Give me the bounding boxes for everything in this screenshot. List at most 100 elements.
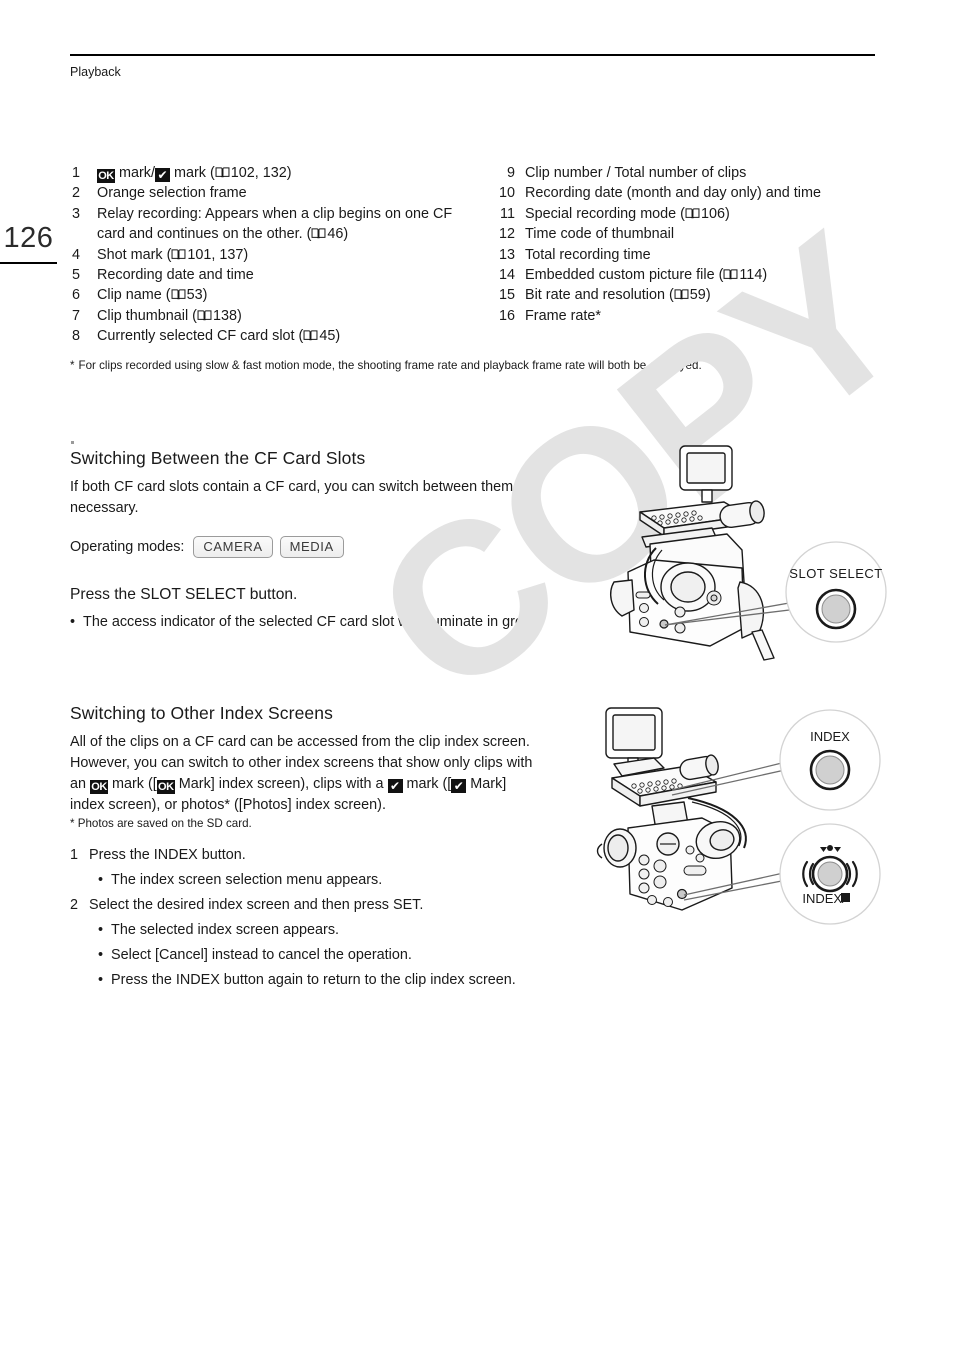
legend-item: 9 Clip number / Total number of clips [498,163,888,183]
procedure-step-1: 1 Press the INDEX button. [70,845,590,866]
section-para-index-line4: index screen), or photos* ([Photos] inde… [70,797,386,813]
para-text-part: mark ([ [108,776,157,792]
legend-text-part: ) [762,267,768,284]
legend-page-ref: 114 [739,267,763,284]
check-mark-icon: ✔ [451,779,467,793]
step-text: Select the desired index screen and then… [89,897,424,913]
legend-text-part: ) [335,328,341,345]
section-para-index-line1: All of the clips on a CF card can be acc… [70,734,530,750]
bullet-icon: • [98,922,104,938]
legend-number: 6 [71,287,80,304]
ok-mark-icon: OK [97,169,115,183]
para-text-part: Mark] [466,776,507,792]
legend-item: 10 Recording date (month and day only) a… [498,183,888,203]
operating-modes-label: Operating modes: [70,539,185,555]
step-text: Press the INDEX button. [89,847,246,863]
legend-label: Time code of thumbnail [525,226,675,243]
legend-footnote: * For clips recorded using slow & fast mo… [70,358,870,374]
page-reference-icon [674,289,689,300]
legend-text-part: mark/ [115,165,155,181]
step-number: 1 [70,847,79,863]
legend-text-part: Clip thumbnail ( [97,307,197,324]
legend-text-part: ) [202,287,208,304]
legend-text-part: ) [725,205,730,222]
legend-label: Shot mark (101, 137) [97,245,470,265]
legend-item: 4 Shot mark (101, 137) [70,245,470,265]
page-reference-icon [171,248,186,259]
header-rule [70,54,875,56]
procedure-step-2: 2 Select the desired index screen and th… [70,895,590,916]
legend-text-part: Currently selected CF card slot ( [97,328,304,345]
legend-page-ref: 59 [689,287,706,304]
legend-item: 13 Total recording time [498,245,888,265]
check-mark-icon: ✔ [154,168,170,182]
legend-number: 8 [71,328,80,345]
legend-number: 3 [71,205,80,222]
legend-number: 13 [498,246,515,263]
legend-text-part: ) [343,226,349,243]
page-reference-icon [197,310,212,321]
step-heading-slot-select: Press the SLOT SELECT button. [70,586,298,603]
legend-text-part: ) [243,246,249,263]
bullet-icon: • [98,872,104,888]
procedure-bullet-3: • Select [Cancel] instead to cancel the o… [98,945,598,966]
legend-page-ref: 101, 137 [187,246,244,263]
legend-number: 11 [500,205,515,222]
legend-item: 15 Bit rate and resolution (59) [498,285,888,305]
mode-badge-camera: CAMERA [193,536,273,558]
legend-item: 3 Relay recording: Appears when a clip b… [70,204,470,245]
legend-text-part: Special recording mode ( [525,205,685,222]
procedure-bullet-2: • The selected index screen appears. [98,920,598,941]
legend-page-ref: 106 [700,205,725,222]
camera-diagram-index: INDEX INDEX/ [596,707,881,925]
page-reference-icon [171,289,186,300]
legend-label: Frame rate* [525,307,601,324]
bullet-text: The access indicator of the selected CF … [83,614,543,630]
section-para-index-line2: However, you can switch to other index s… [70,755,533,771]
legend-label: Clip number / Total number of clips [525,165,747,181]
legend-number: 12 [498,226,515,243]
stop-square-icon [841,893,850,902]
legend-left-column: 1 OK mark/✔ mark (102, 132) 2 Orange sel… [70,163,470,347]
legend-text-part: mark ( [169,165,215,181]
procedure-bullet-4: • Press the INDEX button again to return … [98,970,598,991]
legend-label: Clip thumbnail (138) [97,306,470,326]
bullet-icon: • [70,614,76,630]
legend-number: 5 [71,267,80,284]
legend-label: Orange selection frame [97,185,247,202]
section-heading-cf-slots: Switching Between the CF Card Slots [70,448,366,468]
legend-item: 7 Clip thumbnail (138) [70,306,470,326]
callout-label-slot-select: SLOT SELECT [789,566,882,581]
para-text-part: Mark] index screen), clips with a [174,776,388,792]
page-reference-icon [215,167,230,178]
callout-label-index-top: INDEX [810,729,850,744]
legend-number: 1 [71,165,80,181]
footnote-marker: * [70,817,75,830]
section-heading-index-screens: Switching to Other Index Screens [70,703,333,723]
legend-label: Bit rate and resolution (59) [525,285,888,305]
legend-item: 11 Special recording mode ( 106) [498,204,888,224]
legend-number: 4 [71,246,80,263]
callout-label-index-bottom: INDEX/ [802,891,846,906]
page-reference-icon [685,208,700,219]
page-reference-icon [723,269,738,280]
legend-right-column: 9 Clip number / Total number of clips 10… [498,163,888,326]
document-page: COPY Playback 126 1 OK mark/✔ mark (102,… [0,0,954,1348]
legend-text-part: Relay recording: Appears when a clip beg… [97,205,453,243]
legend-item: 8 Currently selected CF card slot (45) [70,326,470,346]
page-number: 126 [3,222,54,254]
bullet-text: The selected index screen appears. [111,922,340,938]
legend-number: 7 [71,307,80,324]
legend-page-ref: 53 [186,287,203,304]
legend-label: Recording date and time [97,267,254,284]
camera-illustration-slot-select: SLOT SELECT [592,432,892,677]
legend-number: 2 [71,185,80,202]
legend-label: Recording date (month and day only) and … [525,185,821,202]
bullet-text: Press the INDEX button again to return t… [111,972,516,988]
legend-number: 16 [498,307,515,324]
step-number: 2 [70,897,79,913]
legend-label: Relay recording: Appears when a clip beg… [97,204,470,245]
section-intro-cf-slots: If both CF card slots contain a CF card,… [70,479,533,516]
legend-text-part: ) [237,307,242,324]
legend-label: Clip name (53) [97,285,470,305]
